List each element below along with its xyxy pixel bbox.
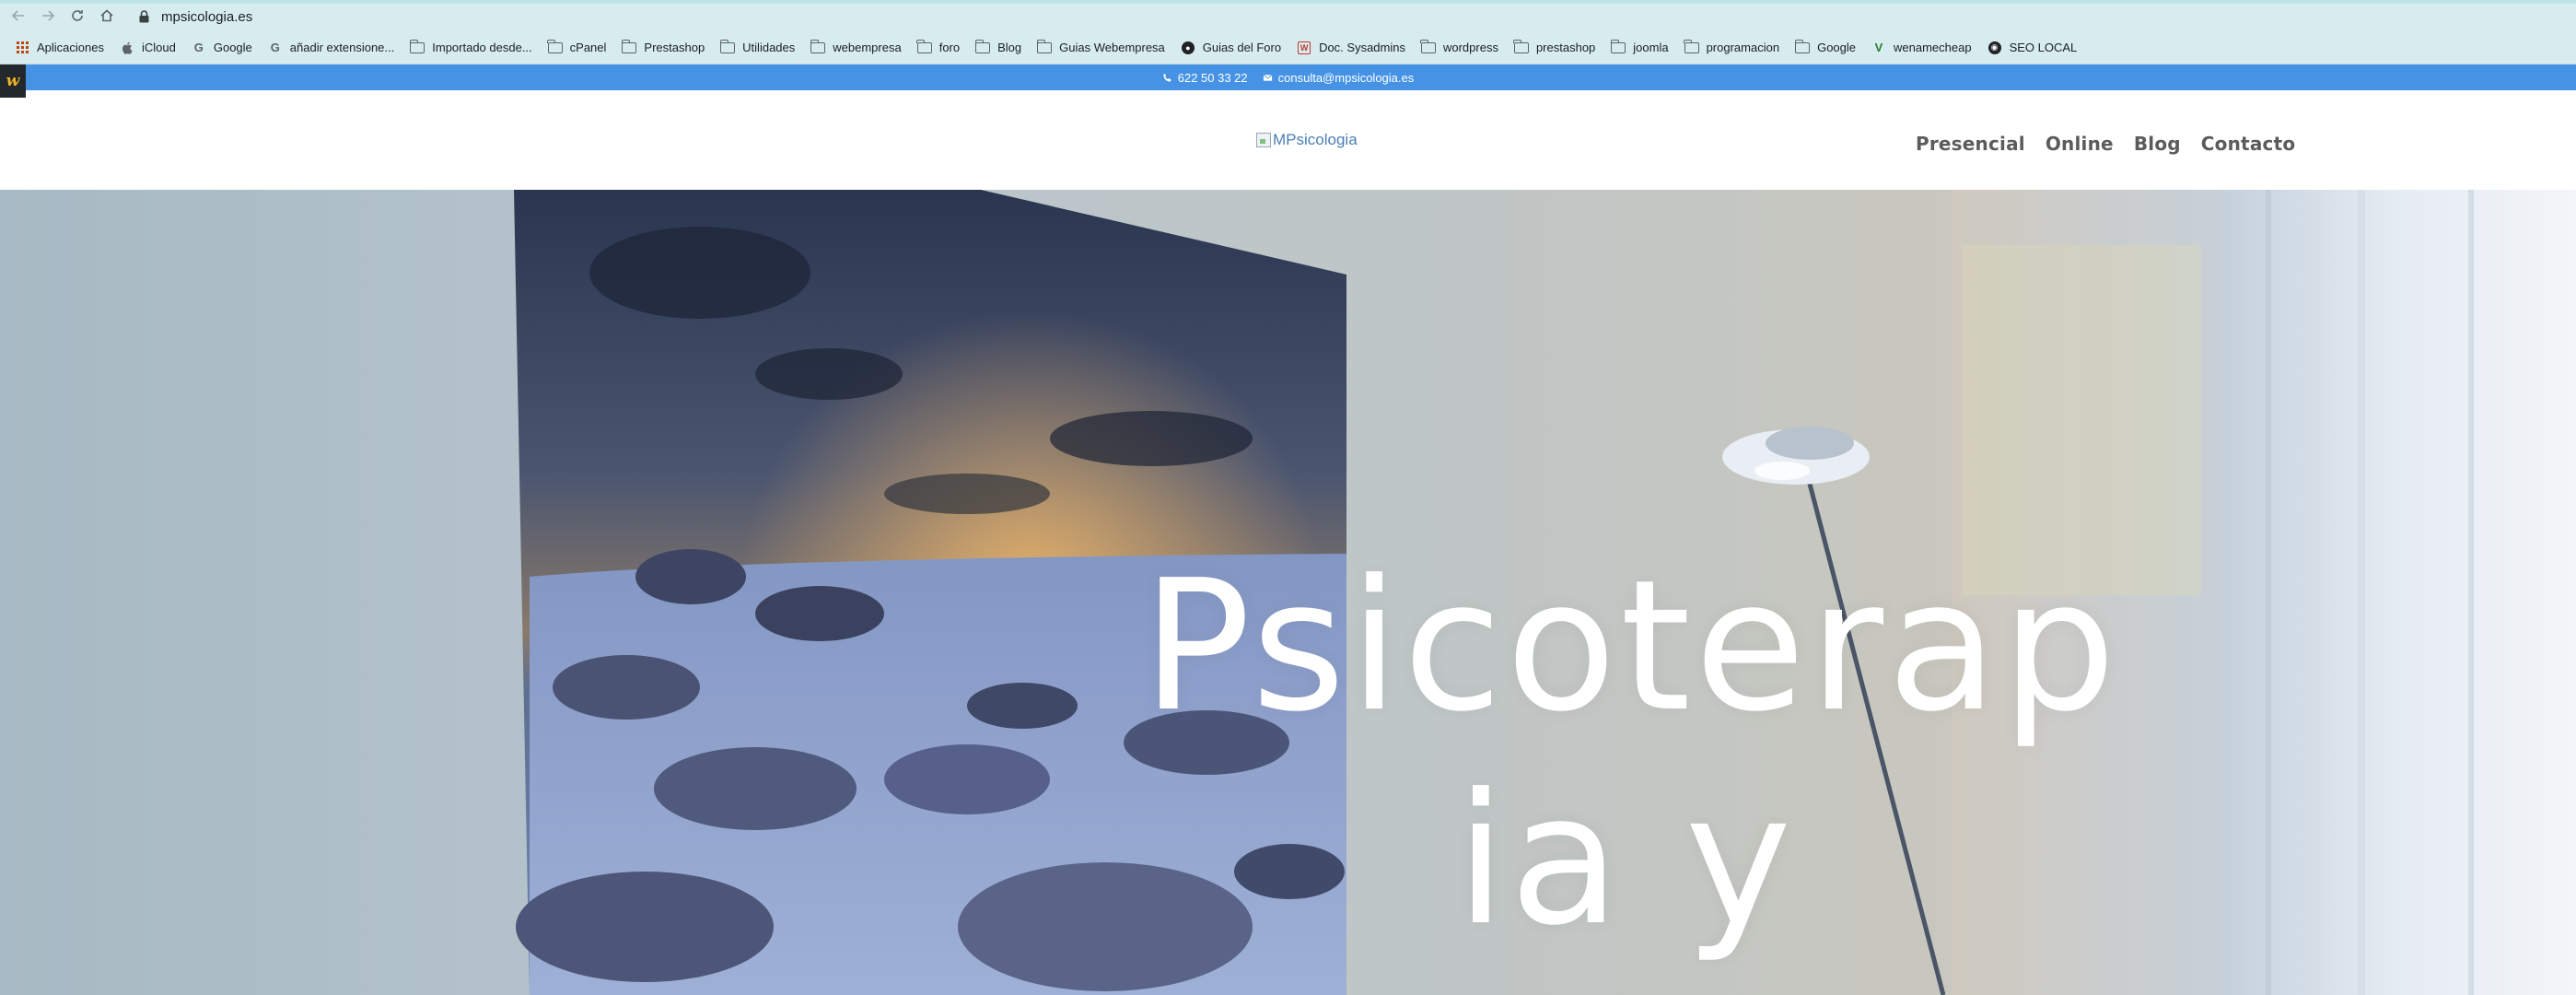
folder-icon <box>916 39 932 54</box>
logo-alt-text: MPsicologia <box>1273 131 1358 148</box>
bookmark-label: programacion <box>1706 41 1780 54</box>
bookmarks-bar: Aplicaciones iCloud G Google G añadir ex… <box>0 31 2576 64</box>
bookmark-label: Doc. Sysadmins <box>1319 41 1405 54</box>
folder-icon <box>974 39 991 54</box>
bookmark-doc-sysadmins[interactable]: W Doc. Sysadmins <box>1289 35 1414 61</box>
bookmark-label: Guias del Foro <box>1202 41 1282 54</box>
forward-button[interactable] <box>33 0 63 31</box>
bookmark-label: iCloud <box>142 41 176 54</box>
bookmark-seo-local[interactable]: ◉ SEO LOCAL <box>1980 35 2086 61</box>
google-icon: G <box>270 41 280 54</box>
google-icon: G <box>193 41 204 54</box>
bookmark-label: prestashop <box>1535 41 1596 54</box>
bookmark-joomla[interactable]: joomla <box>1603 35 1676 61</box>
arrow-right-icon <box>42 10 55 21</box>
folder-icon <box>1513 39 1529 54</box>
bookmark-label: Guias Webempresa <box>1059 41 1165 54</box>
folder-icon <box>810 39 826 54</box>
site-header: MPsicologia Presencial Online Blog Conta… <box>0 90 2576 190</box>
hero-heading-line-1: Psicoterap <box>1142 542 2120 752</box>
bookmark-label: Google <box>1817 41 1856 54</box>
folder-icon <box>409 39 425 54</box>
phone-text: 622 50 33 22 <box>1177 70 1248 85</box>
bookmark-programacion[interactable]: programacion <box>1677 35 1789 61</box>
bookmark-imported[interactable]: Importado desde... <box>402 35 540 61</box>
email-text: consulta@mpsicologia.es <box>1277 70 1415 85</box>
folder-icon <box>621 39 637 54</box>
folder-icon <box>547 39 563 54</box>
bookmark-guias-foro[interactable]: ● Guias del Foro <box>1173 35 1289 61</box>
folder-icon <box>1684 39 1699 54</box>
bookmark-google-folder[interactable]: Google <box>1788 35 1864 61</box>
bookmark-label: Importado desde... <box>432 41 532 54</box>
bookmark-apps[interactable]: Aplicaciones <box>7 35 112 61</box>
folder-icon <box>1420 39 1436 54</box>
main-nav: Presencial Online Blog Contacto <box>1916 133 2295 155</box>
bookmark-label: Utilidades <box>742 41 796 54</box>
reload-icon <box>72 10 83 21</box>
bookmark-label: añadir extensione... <box>289 41 395 54</box>
bookmark-webempresa[interactable]: webempresa <box>803 35 909 61</box>
bookmark-cpanel[interactable]: cPanel <box>541 35 615 61</box>
bookmark-prestashop[interactable]: prestashop <box>1507 35 1603 61</box>
site-w-icon: W <box>1297 41 1311 54</box>
bookmark-prestashop-folder[interactable]: Prestashop <box>614 35 713 61</box>
bookmark-label: Prestashop <box>644 41 705 54</box>
arrow-left-icon <box>11 10 24 21</box>
broken-image-icon <box>1256 133 1271 147</box>
bookmark-guias-webempresa[interactable]: Guias Webempresa <box>1030 35 1173 61</box>
folder-icon <box>1794 39 1811 54</box>
bookmark-blog[interactable]: Blog <box>968 35 1030 61</box>
nav-blog[interactable]: Blog <box>2134 133 2181 155</box>
apps-grid-icon <box>15 41 29 54</box>
hero-heading-line-2: ia y <box>1455 755 1796 966</box>
nav-online[interactable]: Online <box>2046 133 2114 155</box>
email-link[interactable]: consulta@mpsicologia.es <box>1263 70 1415 85</box>
wp-admin-badge[interactable]: w <box>0 64 26 98</box>
hero-section: Psicoterap ia y <box>0 190 2576 995</box>
bookmark-utilidades[interactable]: Utilidades <box>713 35 803 61</box>
bookmark-wordpress[interactable]: wordpress <box>1414 35 1507 61</box>
bookmark-icloud[interactable]: iCloud <box>112 35 184 61</box>
browser-toolbar: mpsicologia.es <box>0 0 2576 31</box>
back-button[interactable] <box>4 0 33 31</box>
folder-icon <box>1036 39 1053 54</box>
bookmark-wenamecheap[interactable]: V wenamecheap <box>1864 35 1980 61</box>
contact-topbar: 622 50 33 22 consulta@mpsicologia.es <box>0 64 2576 90</box>
nav-presencial[interactable]: Presencial <box>1916 133 2025 155</box>
reload-button[interactable] <box>63 0 92 31</box>
phone-link[interactable]: 622 50 33 22 <box>1162 71 1248 85</box>
bookmark-label: foro <box>938 41 961 54</box>
bookmark-label: wordpress <box>1442 41 1498 54</box>
url-text: mpsicologia.es <box>161 8 253 25</box>
folder-icon <box>1610 39 1626 54</box>
lock-icon <box>139 10 149 23</box>
bookmark-google[interactable]: G Google <box>184 35 261 61</box>
bookmark-label: Aplicaciones <box>37 41 104 54</box>
site-round-icon: ● <box>1181 41 1195 54</box>
folder-icon <box>719 39 736 54</box>
bookmark-label: cPanel <box>569 41 607 54</box>
phone-icon <box>1163 73 1171 82</box>
bookmark-extensions[interactable]: G añadir extensione... <box>261 35 402 61</box>
home-button[interactable] <box>92 0 122 31</box>
bookmark-label: webempresa <box>833 41 902 54</box>
bookmark-foro[interactable]: foro <box>910 35 968 61</box>
bookmark-label: SEO LOCAL <box>2009 41 2078 54</box>
hero-heading: Psicoterap ia y <box>1142 540 2120 967</box>
bookmark-label: wenamecheap <box>1894 41 1972 54</box>
site-globe-icon: ◉ <box>1987 41 2002 54</box>
home-icon <box>100 9 113 22</box>
bookmark-label: Blog <box>997 41 1022 54</box>
bookmark-label: joomla <box>1633 41 1669 54</box>
site-logo[interactable]: MPsicologia <box>1256 131 1358 149</box>
nav-contacto[interactable]: Contacto <box>2201 133 2295 155</box>
address-bar[interactable]: mpsicologia.es <box>129 4 2570 29</box>
site-v-icon: V <box>1874 41 1883 54</box>
apple-icon <box>120 41 134 54</box>
envelope-icon <box>1263 74 1273 81</box>
bookmark-label: Google <box>213 41 252 54</box>
